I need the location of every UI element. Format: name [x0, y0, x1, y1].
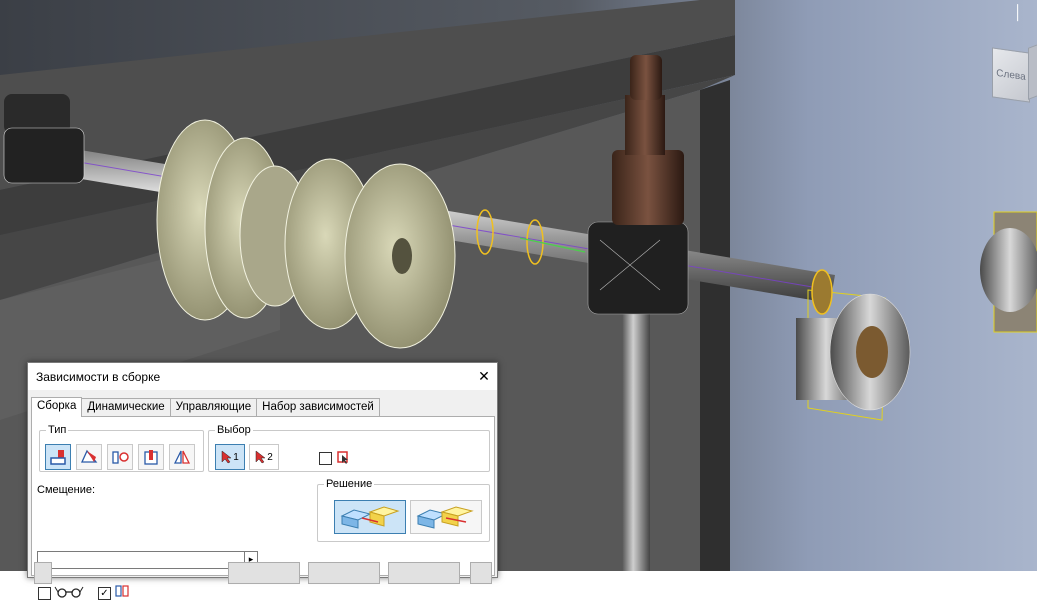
mate-constraint-icon [50, 450, 66, 465]
show-preview-checkbox[interactable] [38, 587, 51, 600]
select-2-button[interactable]: 2 [249, 444, 279, 470]
dialog-tabs: Сборка Динамические Управляющие Набор за… [31, 397, 380, 417]
angle-constraint-icon [80, 449, 98, 463]
vertical-pipe [622, 300, 650, 571]
view-cube-face[interactable]: Слева [992, 47, 1030, 103]
symmetry-constraint-button[interactable] [169, 444, 195, 470]
more-button[interactable] [470, 562, 492, 584]
dialog-titlebar[interactable]: Зависимости в сборке ✕ [28, 363, 497, 390]
insert-constraint-icon [144, 450, 158, 465]
assembly-constraints-dialog: Зависимости в сборке ✕ Сборка Динамическ… [27, 362, 498, 600]
close-icon[interactable]: ✕ [471, 364, 497, 390]
solution-flush-button[interactable] [410, 500, 482, 534]
symmetry-constraint-icon [173, 450, 191, 464]
select-2-label: 2 [267, 451, 273, 463]
tab-panel: Тип Выбор 1 2 Смещение: ▸ Решение ✓ [31, 416, 495, 600]
select-1-label: 1 [233, 451, 239, 463]
select-arrow-icon [221, 450, 232, 464]
predict-offset-icon [115, 585, 129, 597]
tangent-constraint-button[interactable] [107, 444, 133, 470]
selection-group: Выбор 1 2 [208, 424, 490, 472]
select-1-button[interactable]: 1 [215, 444, 245, 470]
type-group-label: Тип [48, 424, 67, 436]
solution-group-label: Решение [326, 478, 373, 490]
close-icon[interactable]: │ [1014, 4, 1023, 20]
type-group: Тип [39, 424, 204, 472]
tab-assembly[interactable]: Сборка [31, 397, 83, 417]
insert-constraint-button[interactable] [138, 444, 164, 470]
cancel-button[interactable] [308, 562, 380, 584]
tank-edge [700, 80, 730, 571]
view-cube-icon[interactable]: Слева [992, 44, 1037, 103]
mate-constraint-button[interactable] [45, 444, 71, 470]
valve-body [612, 150, 684, 225]
offset-input[interactable] [37, 551, 246, 569]
predict-offset-checkbox[interactable]: ✓ [98, 587, 111, 600]
left-elbow [3, 127, 85, 184]
offset-label: Смещение: [37, 484, 96, 496]
dialog-title: Зависимости в сборке [36, 369, 161, 384]
valve-stem [630, 55, 662, 100]
selection-group-label: Выбор [217, 424, 251, 436]
tangent-constraint-icon [112, 451, 129, 464]
pick-part-first-checkbox[interactable] [319, 452, 332, 465]
tab-motion[interactable]: Динамические [81, 398, 171, 416]
angle-constraint-button[interactable] [76, 444, 102, 470]
glasses-icon [54, 586, 84, 598]
pick-part-first-icon [337, 451, 348, 464]
solution-group: Решение [317, 478, 490, 542]
solution-mate-button[interactable] [334, 500, 406, 534]
apply-button[interactable] [388, 562, 460, 584]
solution-flush-icon [416, 506, 474, 529]
tab-constraint-set[interactable]: Набор зависимостей [256, 398, 380, 416]
tee-fitting [587, 221, 689, 315]
help-button[interactable] [34, 562, 52, 584]
solution-mate-icon [340, 506, 400, 529]
tab-transitional[interactable]: Управляющие [169, 398, 258, 416]
select-arrow-icon [255, 450, 266, 464]
ok-button[interactable] [228, 562, 300, 584]
